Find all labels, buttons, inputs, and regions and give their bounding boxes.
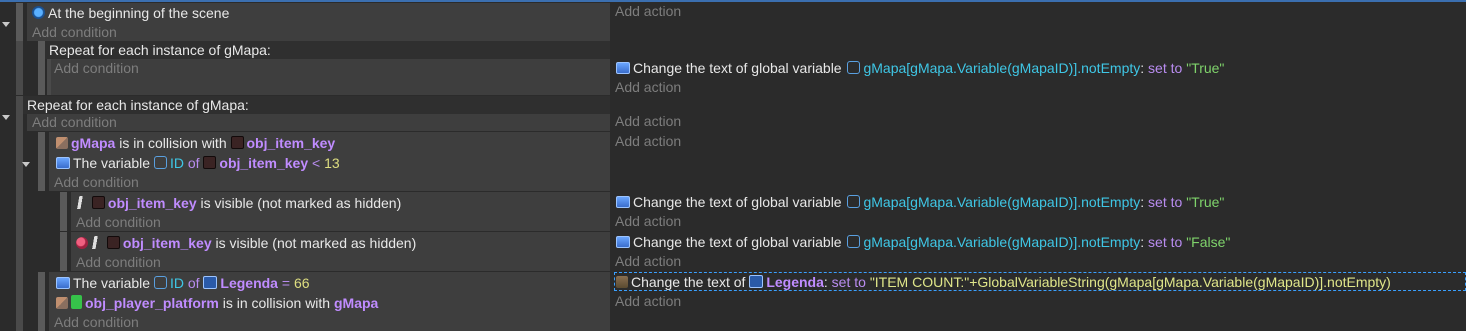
global-variable-icon xyxy=(847,235,861,248)
add-action-link[interactable]: Add action xyxy=(615,3,681,19)
text-action-icon xyxy=(616,276,628,288)
repeat-header-text: Repeat for each instance of gMapa: xyxy=(27,97,249,113)
add-condition-link[interactable]: Add condition xyxy=(54,60,139,76)
add-action-link[interactable]: Add action xyxy=(615,133,681,149)
visibility-icon xyxy=(91,236,100,249)
event-ruler[interactable] xyxy=(38,272,45,331)
object-variable-icon xyxy=(153,276,167,289)
add-condition-link[interactable]: Add condition xyxy=(76,214,161,230)
action-change-global-text[interactable]: Change the text of global variable gMapa… xyxy=(616,192,1224,212)
event-ruler[interactable] xyxy=(16,3,23,41)
event-ruler[interactable] xyxy=(60,232,67,271)
event-ruler[interactable] xyxy=(38,132,45,191)
add-condition-link[interactable]: Add condition xyxy=(76,254,161,270)
add-condition-link[interactable]: Add condition xyxy=(54,314,139,330)
top-accent-line xyxy=(0,0,1466,2)
action-change-text-object[interactable]: Change the text of Legenda: set to "ITEM… xyxy=(616,272,1391,292)
add-condition-link[interactable]: Add condition xyxy=(54,174,139,190)
text-object-icon xyxy=(203,276,218,289)
text-object-icon xyxy=(749,275,764,288)
object-icon xyxy=(91,196,105,209)
action-text-icon xyxy=(616,196,630,208)
add-condition-link[interactable]: Add condition xyxy=(32,24,117,40)
add-action-link[interactable]: Add action xyxy=(615,293,681,309)
collision-icon xyxy=(56,297,68,309)
condition-variable-compare[interactable]: The variable ID of Legenda = 66 xyxy=(56,273,310,293)
action-change-global-text[interactable]: Change the text of global variable gMapa… xyxy=(616,58,1224,78)
collapse-arrow-icon[interactable] xyxy=(22,162,30,167)
add-action-link[interactable]: Add action xyxy=(615,113,681,129)
scene-start-icon xyxy=(32,6,45,19)
condition-collision[interactable]: gMapa is in collision with obj_item_key xyxy=(56,133,335,153)
object-icon xyxy=(203,156,217,169)
repeat-header-text: Repeat for each instance of gMapa: xyxy=(49,42,271,58)
object-icon xyxy=(230,136,244,149)
collapse-arrow-icon[interactable] xyxy=(2,22,10,27)
condition-visible[interactable]: obj_item_key is visible (not marked as h… xyxy=(76,193,401,213)
global-variable-icon xyxy=(847,195,861,208)
add-condition-link[interactable]: Add condition xyxy=(32,114,117,130)
event-ruler[interactable] xyxy=(60,192,67,231)
condition-collision[interactable]: obj_player_platform is in collision with… xyxy=(56,293,378,313)
action-text-icon xyxy=(616,62,630,74)
action-change-global-text[interactable]: Change the text of global variable gMapa… xyxy=(616,232,1230,252)
variable-condition-icon xyxy=(56,157,70,169)
condition-scene-start[interactable]: At the beginning of the scene xyxy=(32,3,229,23)
condition-variable-compare[interactable]: The variable ID of obj_item_key < 13 xyxy=(56,153,340,173)
invert-condition-icon xyxy=(76,237,88,249)
object-variable-icon xyxy=(153,156,167,169)
parent-ruler xyxy=(16,41,23,95)
visibility-icon xyxy=(76,196,85,209)
event-ruler[interactable] xyxy=(38,41,45,95)
condition-visible-inverted[interactable]: obj_item_key is visible (not marked as h… xyxy=(76,233,416,253)
collapse-arrow-icon[interactable] xyxy=(2,115,10,120)
event-ruler[interactable] xyxy=(16,96,23,331)
global-variable-icon xyxy=(847,61,861,74)
collision-icon xyxy=(56,137,68,149)
player-object-icon xyxy=(71,295,82,309)
add-action-link[interactable]: Add action xyxy=(615,213,681,229)
variable-condition-icon xyxy=(56,277,70,289)
object-icon xyxy=(106,236,120,249)
add-action-link[interactable]: Add action xyxy=(615,79,681,95)
action-text-icon xyxy=(616,236,630,248)
add-action-link[interactable]: Add action xyxy=(615,253,681,269)
